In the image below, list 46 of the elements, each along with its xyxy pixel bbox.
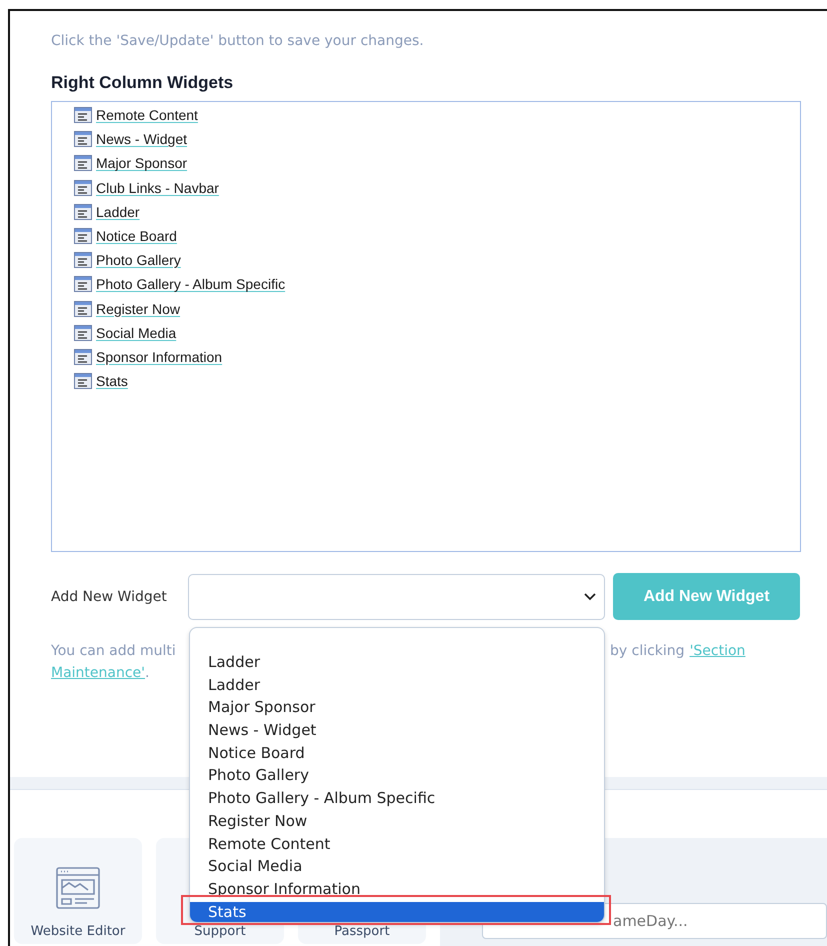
widget-link[interactable]: Sponsor Information [96, 348, 222, 365]
widget-icon [74, 155, 92, 172]
widget-icon [74, 107, 92, 124]
widget-icon [74, 348, 92, 365]
hint-text: . [145, 664, 150, 683]
dropdown-option[interactable]: Sponsor Information [190, 878, 604, 899]
nav-tile[interactable]: Website Editor [14, 838, 142, 944]
widget-icon [74, 228, 92, 244]
dropdown-option[interactable]: Notice Board [190, 742, 604, 763]
widget-link[interactable]: Photo Gallery - Album Specific [96, 276, 286, 292]
dropdown-option[interactable]: Photo Gallery [190, 765, 604, 786]
widget-link[interactable]: Major Sponsor [96, 155, 188, 172]
widget-icon [74, 373, 92, 390]
widget-link[interactable]: Social Media [96, 324, 176, 341]
widget-link[interactable]: News - Widget [96, 131, 188, 148]
widget-icon [74, 180, 92, 196]
chevron-down-icon [584, 592, 596, 600]
dropdown-option[interactable]: Ladder [190, 652, 604, 672]
widget-icon [74, 324, 92, 341]
widget-select[interactable] [188, 574, 605, 620]
widget-icon [74, 252, 92, 268]
field-label: Add New Widget [51, 588, 168, 604]
hint-text: You can add multi [51, 643, 176, 659]
widget-link[interactable]: Register Now [96, 300, 180, 317]
widget-icon [74, 204, 92, 220]
widget-link[interactable]: Stats [96, 373, 128, 390]
dropdown-option[interactable]: Major Sponsor [190, 697, 604, 718]
instruction-text: Click the 'Save/Update' button to save your changes. [51, 33, 425, 49]
widget-icon [74, 131, 92, 148]
widget-icon [74, 276, 92, 292]
dropdown-option[interactable]: Ladder [190, 674, 604, 695]
hint-text: by clicking [610, 642, 685, 661]
dropdown-option[interactable]: Stats [190, 902, 604, 922]
widget-link[interactable]: Notice Board [96, 228, 177, 244]
browser-window-icon [55, 866, 101, 912]
dropdown-option[interactable]: Remote Content [190, 834, 604, 854]
dropdown-option[interactable]: Social Media [190, 856, 604, 876]
widget-link[interactable]: Ladder [96, 204, 140, 220]
widget-link[interactable]: Club Links - Navbar [96, 180, 219, 196]
dropdown-option[interactable]: Register Now [190, 810, 604, 831]
widget-icon [74, 300, 92, 317]
widget-link[interactable]: Photo Gallery [96, 252, 181, 268]
dropdown-option[interactable]: Photo Gallery - Album Specific [190, 788, 604, 808]
widget-link[interactable]: Remote Content [96, 107, 198, 124]
dropdown-option[interactable]: News - Widget [190, 720, 604, 740]
panel-title: Right Column Widgets [51, 73, 234, 93]
